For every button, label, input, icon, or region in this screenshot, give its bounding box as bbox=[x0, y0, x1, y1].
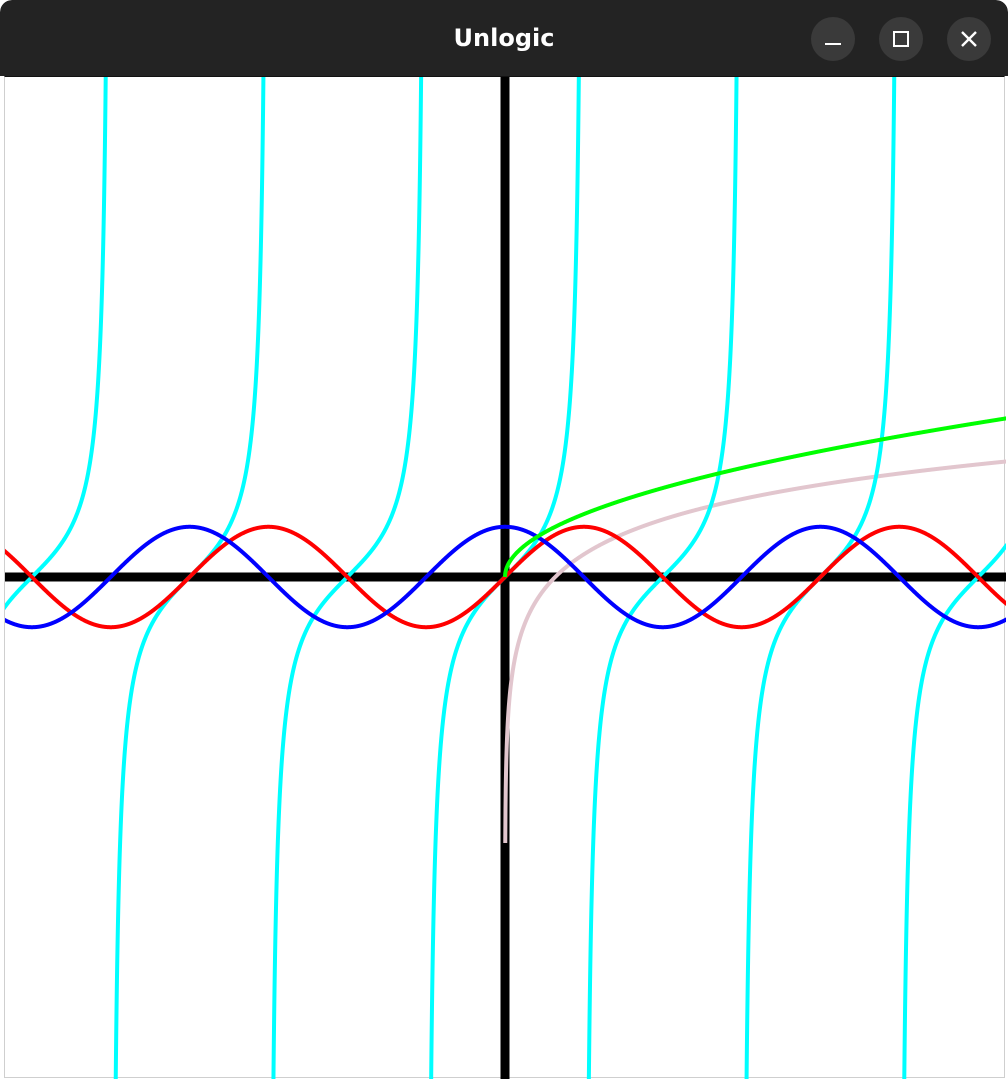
app-window: Unlogic bbox=[0, 0, 1008, 1080]
title-bar[interactable]: Unlogic bbox=[0, 0, 1008, 76]
close-button[interactable] bbox=[947, 17, 991, 61]
window-title: Unlogic bbox=[453, 24, 555, 52]
close-icon bbox=[961, 31, 977, 47]
graph-canvas[interactable] bbox=[4, 76, 1006, 1079]
maximize-icon bbox=[893, 31, 909, 47]
maximize-button[interactable] bbox=[879, 17, 923, 61]
minimize-icon bbox=[825, 43, 841, 45]
function-plot bbox=[5, 77, 1006, 1079]
minimize-button[interactable] bbox=[811, 17, 855, 61]
